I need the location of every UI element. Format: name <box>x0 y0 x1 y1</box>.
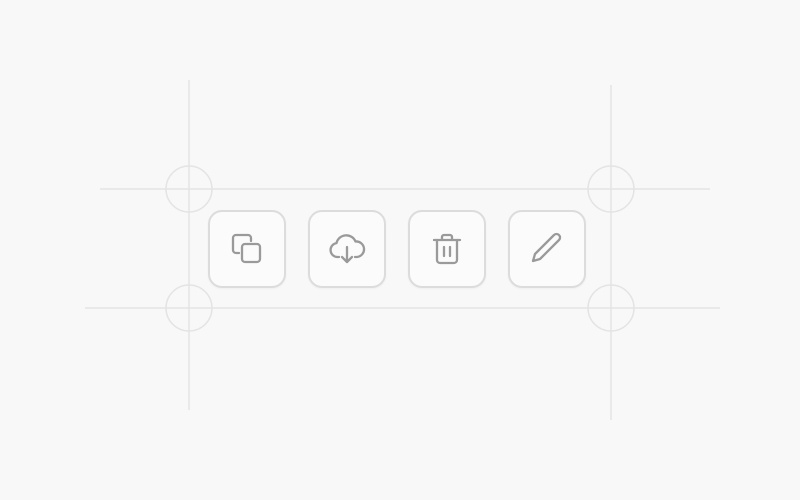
cloud-download-icon <box>325 227 369 271</box>
copy-button[interactable] <box>208 210 286 288</box>
trash-icon <box>425 227 469 271</box>
design-canvas <box>0 0 800 500</box>
icon-toolbar <box>208 210 586 288</box>
download-button[interactable] <box>308 210 386 288</box>
delete-button[interactable] <box>408 210 486 288</box>
copy-icon <box>225 227 269 271</box>
edit-button[interactable] <box>508 210 586 288</box>
pencil-icon <box>525 227 569 271</box>
